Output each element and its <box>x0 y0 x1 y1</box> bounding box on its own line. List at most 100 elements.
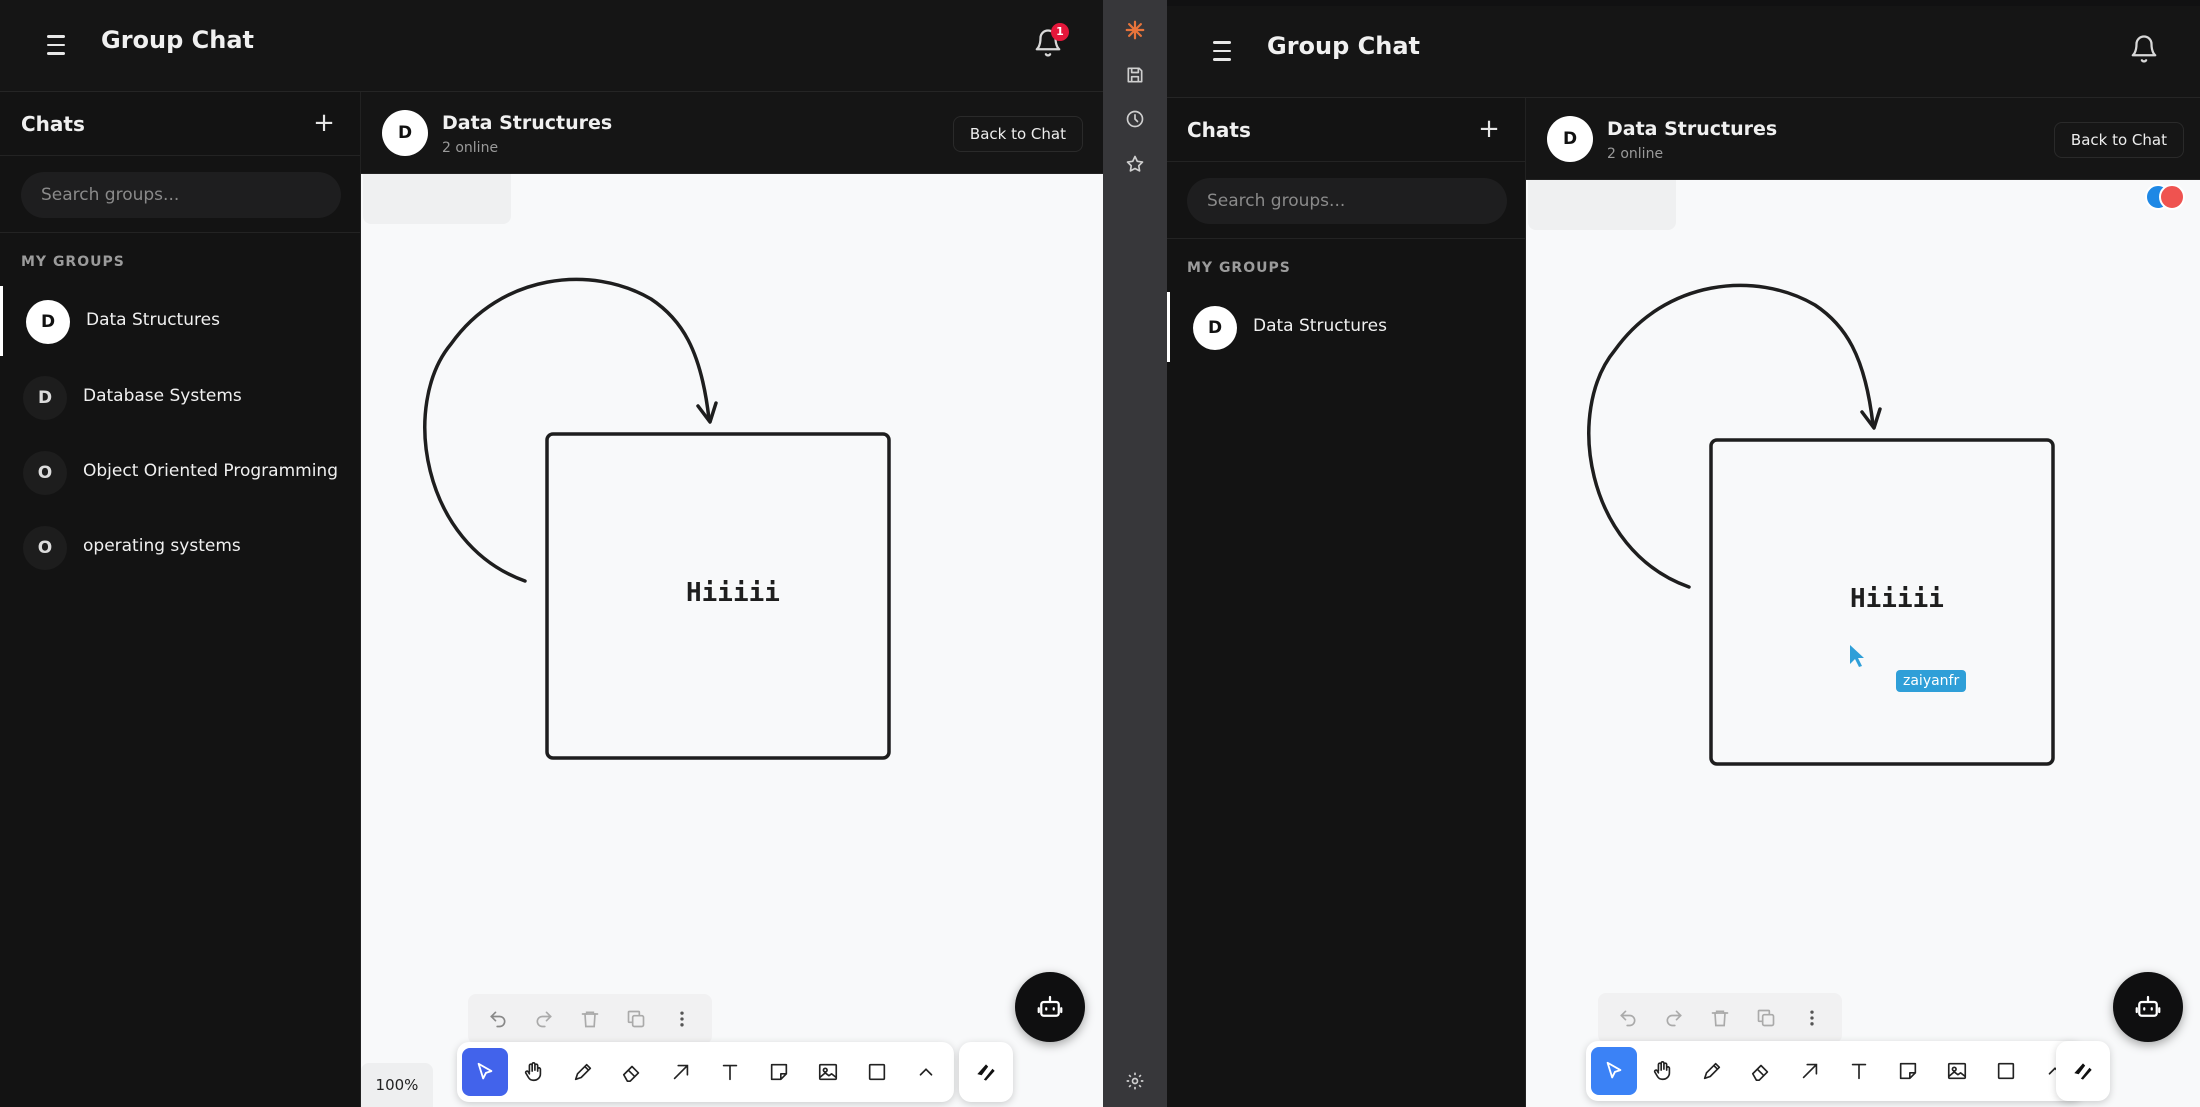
online-status: 2 online <box>1607 146 1664 162</box>
history-icon[interactable] <box>1121 105 1149 133</box>
zoom-level[interactable]: 100% <box>361 1063 433 1107</box>
undo-icon[interactable] <box>1608 998 1648 1038</box>
eraser-icon[interactable] <box>1738 1047 1784 1095</box>
hand-icon[interactable] <box>1640 1047 1686 1095</box>
chats-sidebar: Chats + MY GROUPS D Data Structures D Da… <box>0 92 361 1107</box>
remote-cursor-icon <box>1850 645 1864 667</box>
drawing-toolbar <box>1586 1041 2083 1101</box>
text-icon[interactable] <box>707 1048 753 1096</box>
group-name: Data Structures <box>1253 316 1387 336</box>
search-groups-input[interactable] <box>1187 178 1507 224</box>
edit-actions-toolbar <box>468 994 712 1044</box>
sidebar-title: Chats <box>21 112 85 136</box>
top-bar: Group Chat 1 <box>0 0 1103 92</box>
bell-icon <box>2131 35 2157 63</box>
image-icon[interactable] <box>1934 1047 1980 1095</box>
star-icon[interactable] <box>1121 150 1149 178</box>
back-to-chat-button[interactable]: Back to Chat <box>952 116 1083 152</box>
image-icon[interactable] <box>805 1048 851 1096</box>
brand-button[interactable] <box>2056 1041 2110 1101</box>
chat-name: Data Structures <box>1607 118 1778 140</box>
sidebar-title: Chats <box>1187 118 1251 142</box>
group-name: Object Oriented Programming <box>83 461 338 481</box>
app-title: Group Chat <box>101 26 255 54</box>
hamburger-menu-icon[interactable] <box>40 30 72 60</box>
add-group-button[interactable]: + <box>1475 116 1503 144</box>
whiteboard-drawing <box>423 277 891 760</box>
notifications-button[interactable] <box>2129 34 2161 66</box>
more-icon[interactable] <box>662 999 702 1039</box>
group-avatar: O <box>23 451 67 495</box>
brand-button[interactable] <box>959 1042 1013 1102</box>
pencil-icon[interactable] <box>1689 1047 1735 1095</box>
side-strip <box>1103 0 1167 1107</box>
rectangle-icon[interactable] <box>1983 1047 2029 1095</box>
group-avatar: D <box>23 376 67 420</box>
robot-icon <box>1037 995 1063 1017</box>
brand-logo-icon <box>2074 1063 2092 1080</box>
top-bar: Group Chat <box>1167 6 2200 98</box>
sidebar-divider <box>0 232 360 233</box>
pencil-icon[interactable] <box>560 1048 606 1096</box>
chat-header: D Data Structures 2 online Back to Chat <box>361 92 1103 174</box>
chevron-up-icon[interactable] <box>903 1048 949 1096</box>
robot-icon <box>2135 995 2161 1017</box>
ai-assistant-button[interactable] <box>1015 972 1085 1042</box>
curved-arrow <box>423 277 711 583</box>
group-item-operating-systems[interactable]: O operating systems <box>0 512 360 582</box>
group-avatar: D <box>1193 306 1237 350</box>
sidebar-divider <box>1167 238 1525 239</box>
group-name: Database Systems <box>83 386 242 406</box>
remote-cursor-label: zaiyanfr <box>1896 670 1967 692</box>
add-group-button[interactable]: + <box>310 110 338 138</box>
redo-icon[interactable] <box>1654 998 1694 1038</box>
rectangle-icon[interactable] <box>854 1048 900 1096</box>
save-icon[interactable] <box>1121 61 1149 89</box>
group-item-database-systems[interactable]: D Database Systems <box>0 362 360 432</box>
chats-sidebar: Chats + MY GROUPS D Data Structures <box>1167 98 1526 1107</box>
online-status: 2 online <box>442 140 499 156</box>
undo-icon[interactable] <box>478 999 518 1039</box>
search-groups-input[interactable] <box>21 172 341 218</box>
my-groups-label: MY GROUPS <box>21 254 125 270</box>
drawing-toolbar <box>457 1042 954 1102</box>
group-item-object-oriented-programming[interactable]: O Object Oriented Programming <box>0 437 360 507</box>
brand-logo-icon <box>977 1064 995 1081</box>
select-icon[interactable] <box>1591 1047 1637 1095</box>
whiteboard-canvas[interactable]: Hiiiii 100% <box>361 174 1103 1107</box>
arrow-icon[interactable] <box>658 1048 704 1096</box>
duplicate-icon[interactable] <box>1746 998 1786 1038</box>
chat-avatar: D <box>382 110 428 156</box>
app-title: Group Chat <box>1267 32 1421 60</box>
shape-text[interactable]: Hiiiii <box>686 578 780 608</box>
more-icon[interactable] <box>1792 998 1832 1038</box>
chat-avatar: D <box>1547 116 1593 162</box>
hamburger-menu-icon[interactable] <box>1206 36 1238 66</box>
settings-icon[interactable] <box>1121 1067 1149 1095</box>
eraser-icon[interactable] <box>609 1048 655 1096</box>
sticky-note-icon[interactable] <box>1885 1047 1931 1095</box>
notifications-button[interactable]: 1 <box>1033 23 1069 60</box>
right-app-window: Group Chat Chats + MY GROUPS D Data Stru… <box>1167 6 2200 1107</box>
group-item-data-structures[interactable]: D Data Structures <box>0 286 360 356</box>
claude-logo-icon[interactable] <box>1121 16 1149 44</box>
back-to-chat-button[interactable]: Back to Chat <box>2053 122 2184 158</box>
trash-icon[interactable] <box>570 999 610 1039</box>
shape-text[interactable]: Hiiiii <box>1850 584 1944 614</box>
redo-icon[interactable] <box>524 999 564 1039</box>
whiteboard-canvas[interactable]: Hiiiii zaiyanfr <box>1526 180 2200 1107</box>
trash-icon[interactable] <box>1700 998 1740 1038</box>
edit-actions-toolbar <box>1598 993 1842 1043</box>
sidebar-header: Chats + <box>1167 98 1525 162</box>
duplicate-icon[interactable] <box>616 999 656 1039</box>
text-icon[interactable] <box>1836 1047 1882 1095</box>
sticky-note-icon[interactable] <box>756 1048 802 1096</box>
group-avatar: O <box>23 526 67 570</box>
select-icon[interactable] <box>462 1048 508 1096</box>
arrow-icon[interactable] <box>1787 1047 1833 1095</box>
sidebar-header: Chats + <box>0 92 360 156</box>
notification-badge: 1 <box>1051 23 1069 41</box>
group-item-data-structures[interactable]: D Data Structures <box>1167 292 1525 362</box>
ai-assistant-button[interactable] <box>2113 972 2183 1042</box>
hand-icon[interactable] <box>511 1048 557 1096</box>
